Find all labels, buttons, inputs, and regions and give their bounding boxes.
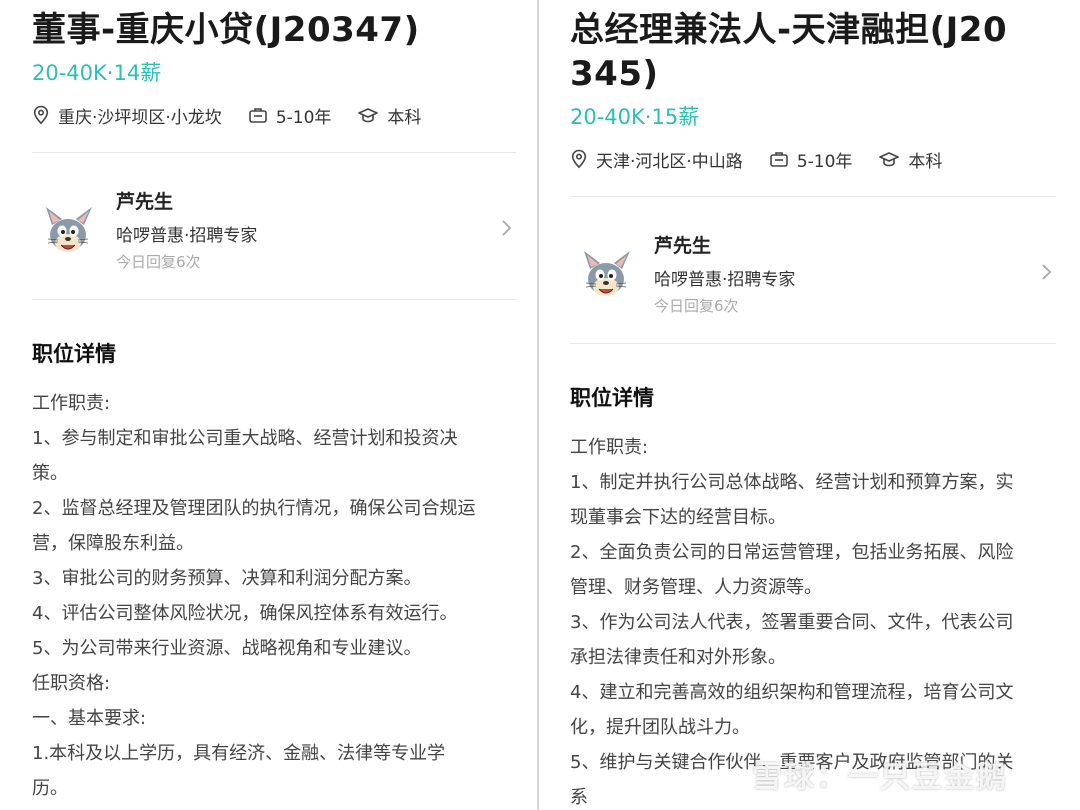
experience-text: 5-10年 <box>796 151 853 172</box>
job-salary: 20-40K·14薪 <box>32 61 162 85</box>
recruiter-name: 芦先生 <box>654 235 712 257</box>
recruiter-reply-count: 今日回复6次 <box>654 297 739 315</box>
description-line: 策。 <box>32 463 68 484</box>
section-title-job-details: 职位详情 <box>32 342 116 366</box>
section-title-job-details: 职位详情 <box>570 386 654 410</box>
description-line: 3、审批公司的财务预算、决算和利润分配方案。 <box>32 568 422 589</box>
description-line: 1、参与制定和审批公司重大战略、经营计划和投资决 <box>32 428 458 449</box>
description-line: 化，提升团队战斗力。 <box>570 717 750 738</box>
job-title: 总经理兼法人-天津融担(J20 345) <box>570 8 1056 96</box>
recruiter-company: 哈啰普惠·招聘专家 <box>654 270 796 290</box>
job-location: 天津·河北区·中山路 <box>570 147 743 172</box>
job-salary: 20-40K·15薪 <box>570 105 700 129</box>
description-line: 4、评估公司整体风险状况，确保风控体系有效运行。 <box>32 603 458 624</box>
job-card-left: 董事-重庆小贷(J20347) 20-40K·14薪 重庆·沙坪坝区·小龙坎 5… <box>0 0 538 810</box>
description-line: 1、制定并执行公司总体战略、经营计划和预算方案，实 <box>570 472 1014 493</box>
job-title-line: 345) <box>570 54 659 94</box>
recruiter-reply-count: 今日回复6次 <box>116 253 201 271</box>
location-pin-icon <box>33 105 49 125</box>
job-meta: 重庆·沙坪坝区·小龙坎 5-10年 本科 <box>32 102 516 128</box>
experience-text: 5-10年 <box>275 107 332 128</box>
briefcase-icon <box>770 152 788 167</box>
description-line: 3、作为公司法人代表，签署重要合同、文件，代表公司 <box>570 612 1014 633</box>
recruiter-card[interactable]: 芦先生 哈啰普惠·招聘专家 今日回复6次 <box>570 197 1056 343</box>
job-experience: 5-10年 <box>769 147 853 172</box>
snowball-logo-icon <box>742 755 743 756</box>
recruiter-company: 哈啰普惠·招聘专家 <box>116 226 258 246</box>
description-line: 管理、财务管理、人力资源等。 <box>570 577 822 598</box>
location-text: 重庆·沙坪坝区·小龙坎 <box>58 107 222 128</box>
description-line: 工作职责: <box>570 437 649 458</box>
description-line: 一、基本要求: <box>32 708 147 729</box>
job-education: 本科 <box>878 147 942 172</box>
description-line: 营，保障股东利益。 <box>32 533 194 554</box>
job-description: 工作职责: 1、参与制定和审批公司重大战略、经营计划和投资决 策。 2、监督总经… <box>32 386 516 806</box>
job-education: 本科 <box>357 103 421 128</box>
location-pin-icon <box>571 149 587 169</box>
description-line: 工作职责: <box>32 393 111 414</box>
job-meta: 天津·河北区·中山路 5-10年 本科 <box>570 146 1056 172</box>
watermark: 雪球：一只豆金鹅 <box>752 760 1008 795</box>
chevron-right-icon[interactable] <box>500 219 512 237</box>
description-line: 4、建立和完善高效的组织架构和管理流程，培育公司文 <box>570 682 1014 703</box>
job-title-line: 总经理兼法人-天津融担(J20 <box>570 10 1008 50</box>
description-line: 承担法律责任和对外形象。 <box>570 647 786 668</box>
divider <box>570 343 1056 344</box>
recruiter-card[interactable]: 芦先生 哈啰普惠·招聘专家 今日回复6次 <box>32 153 516 299</box>
job-title: 董事-重庆小贷(J20347) <box>32 10 420 50</box>
description-line: 现董事会下达的经营目标。 <box>570 507 786 528</box>
chevron-right-icon[interactable] <box>1040 263 1052 281</box>
avatar <box>46 207 92 252</box>
job-experience: 5-10年 <box>248 103 332 128</box>
job-location: 重庆·沙坪坝区·小龙坎 <box>32 103 222 128</box>
description-line: 1.本科及以上学历，具有经济、金融、法律等专业学 <box>32 743 446 764</box>
description-line: 任职资格: <box>32 673 111 694</box>
education-text: 本科 <box>908 151 943 172</box>
location-text: 天津·河北区·中山路 <box>596 151 743 172</box>
graduation-cap-icon <box>358 108 379 123</box>
briefcase-icon <box>249 108 267 123</box>
job-card-right: 总经理兼法人-天津融担(J20 345) 20-40K·15薪 天津·河北区·中… <box>538 0 1080 810</box>
graduation-cap-icon <box>879 152 900 167</box>
avatar <box>584 251 630 296</box>
education-text: 本科 <box>387 107 422 128</box>
description-line: 2、全面负责公司的日常运营管理，包括业务拓展、风险 <box>570 542 1014 563</box>
divider <box>32 299 516 300</box>
description-line: 2、监督总经理及管理团队的执行情况，确保公司合规运 <box>32 498 476 519</box>
recruiter-name: 芦先生 <box>116 191 174 213</box>
description-line: 5、为公司带来行业资源、战略视角和专业建议。 <box>32 638 422 659</box>
description-line: 历。 <box>32 778 68 799</box>
